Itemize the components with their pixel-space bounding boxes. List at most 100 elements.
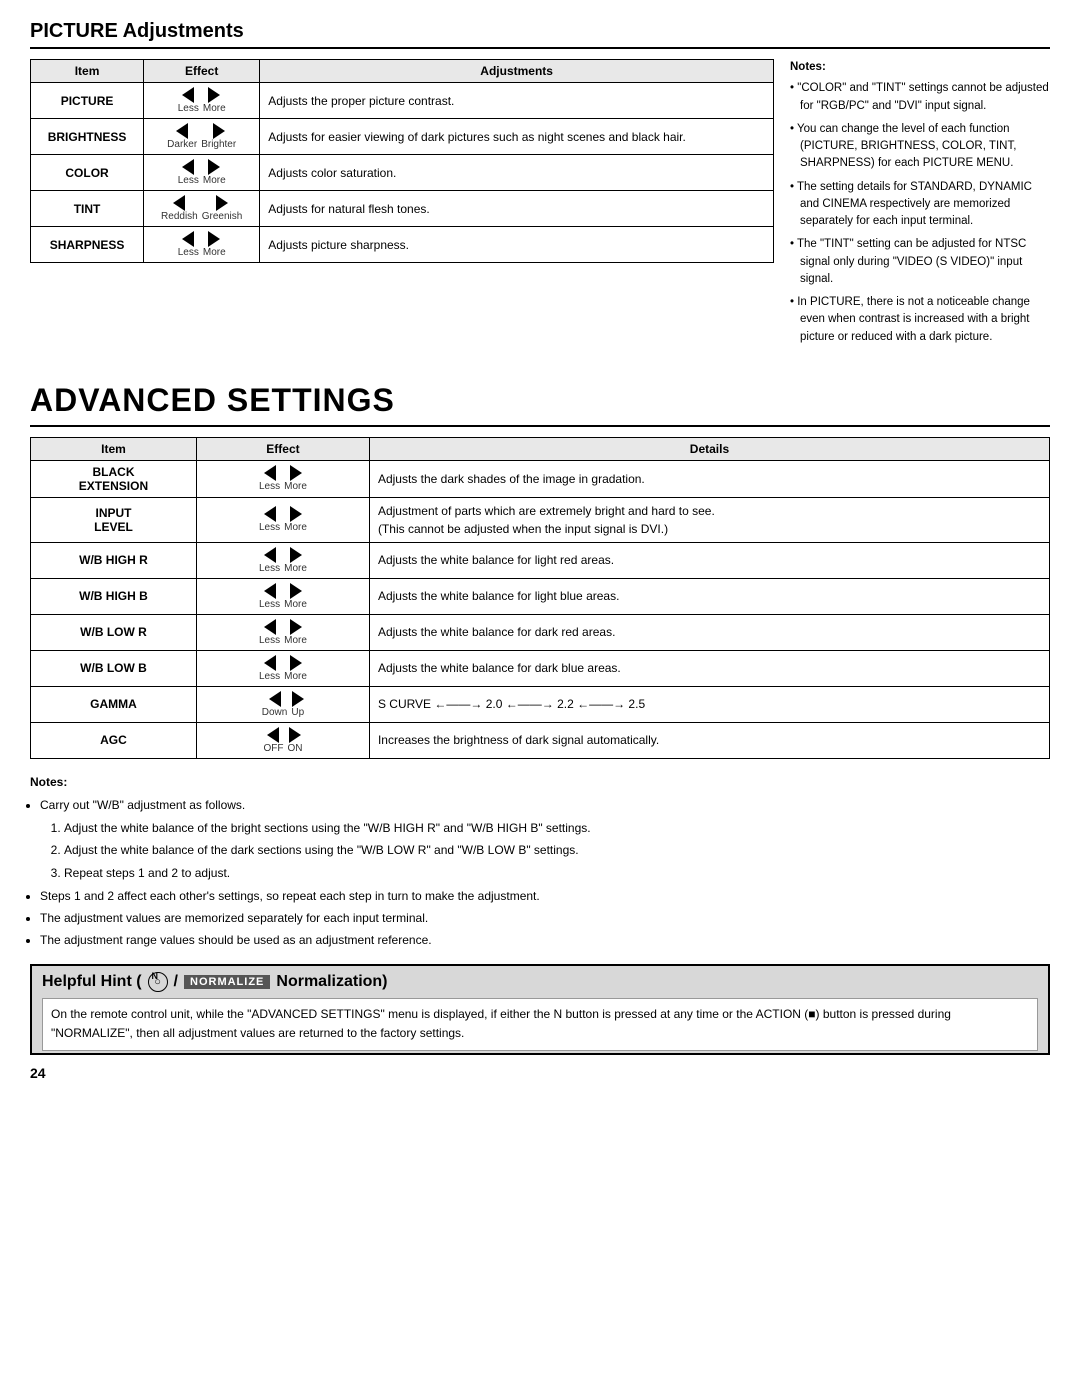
picture-notes: Notes: "COLOR" and "TINT" settings canno… [790,59,1050,352]
advanced-note-wb: Carry out "W/B" adjustment as follows. A… [40,796,1050,883]
advanced-detail-cell: Adjusts the dark shades of the image in … [369,460,1049,497]
picture-adj-cell: Adjusts color saturation. [260,155,774,191]
picture-col-adjustments: Adjustments [260,60,774,83]
picture-item-cell: COLOR [31,155,144,191]
advanced-effect-cell: LessMore [196,460,369,497]
picture-notes-list: "COLOR" and "TINT" settings cannot be ad… [790,80,1050,346]
adv-left-arrow-label: Less [259,583,280,610]
picture-adj-cell: Adjusts for natural flesh tones. [260,191,774,227]
advanced-table-wrap: Item Effect Details BLACK EXTENSIONLessM… [30,437,1050,759]
advanced-item-cell: W/B LOW R [31,614,197,650]
helpful-hint-label: Helpful Hint ( [42,973,142,991]
left-triangle-icon [182,159,194,175]
adv-right-arrow-label: Up [291,691,304,718]
right-triangle-icon [208,159,220,175]
adv-left-triangle-icon [264,619,276,635]
advanced-effect-cell: LessMore [196,650,369,686]
picture-note-item: The "TINT" setting can be adjusted for N… [790,236,1050,288]
helpful-hint-box: Helpful Hint ( N ○ / NORMALIZE Normaliza… [30,964,1050,1054]
picture-effect-cell: LessMore [144,155,260,191]
advanced-table-row: W/B HIGH BLessMoreAdjusts the white bala… [31,578,1050,614]
adv-right-triangle-icon [290,619,302,635]
picture-table-row: COLORLessMoreAdjusts color saturation. [31,155,774,191]
advanced-table: Item Effect Details BLACK EXTENSIONLessM… [30,437,1050,759]
picture-effect-cell: LessMore [144,83,260,119]
left-triangle-icon [173,195,185,211]
advanced-detail-cell: Adjusts the white balance for light blue… [369,578,1049,614]
picture-col-effect: Effect [144,60,260,83]
advanced-settings-section: ADVANCED SETTINGS Item Effect Details BL… [30,382,1050,951]
normalize-badge: NORMALIZE [184,975,270,989]
picture-effect-cell: ReddishGreenish [144,191,260,227]
adv-left-arrow-label: Less [259,655,280,682]
right-arrow-label: More [203,87,226,114]
right-arrow-label: More [203,231,226,258]
adv-left-arrow-label: Down [262,691,288,718]
adv-left-triangle-icon [264,465,276,481]
advanced-table-row: GAMMA DownUp S CURVE ←——→ 2.0 ←——→ 2.2 ←——… [31,686,1050,722]
advanced-table-row: W/B HIGH RLessMoreAdjusts the white bala… [31,542,1050,578]
helpful-hint-suffix: Normalization) [276,973,387,991]
helpful-hint-title: Helpful Hint ( N ○ / NORMALIZE Normaliza… [42,972,1038,992]
advanced-note-steps: Steps 1 and 2 affect each other's settin… [40,887,1050,906]
advanced-item-cell: BLACK EXTENSION [31,460,197,497]
adv-ordered-item: Adjust the white balance of the bright s… [64,819,1050,838]
adv-right-arrow-label: More [284,465,307,492]
adv-left-triangle-icon [269,691,281,707]
advanced-table-row: AGCOFFONIncreases the brightness of dark… [31,722,1050,758]
advanced-detail-cell: Adjusts the white balance for dark red a… [369,614,1049,650]
left-arrow-label: Less [178,159,199,186]
advanced-detail-cell: Adjustment of parts which are extremely … [369,497,1049,542]
adv-left-triangle-icon [264,583,276,599]
picture-item-cell: PICTURE [31,83,144,119]
adv-left-arrow-label: OFF [263,727,283,754]
helpful-hint-slash: / [174,973,178,991]
advanced-item-cell: W/B LOW B [31,650,197,686]
adv-left-arrow-label: Less [259,619,280,646]
left-arrow-label: Reddish [161,195,198,222]
advanced-notes-section: Notes: Carry out "W/B" adjustment as fol… [30,773,1050,951]
picture-effect-cell: LessMore [144,227,260,263]
advanced-table-row: BLACK EXTENSIONLessMoreAdjusts the dark … [31,460,1050,497]
picture-table-wrap: Item Effect Adjustments PICTURELessMoreA… [30,59,774,352]
advanced-table-row: W/B LOW RLessMoreAdjusts the white balan… [31,614,1050,650]
adv-right-triangle-icon [290,465,302,481]
advanced-detail-cell: S CURVE ←——→ 2.0 ←——→ 2.2 ←——→ 2.5 [369,686,1049,722]
adv-col-item: Item [31,437,197,460]
picture-adj-cell: Adjusts the proper picture contrast. [260,83,774,119]
picture-note-item: "COLOR" and "TINT" settings cannot be ad… [790,80,1050,115]
advanced-settings-title: ADVANCED SETTINGS [30,382,1050,419]
picture-note-item: In PICTURE, there is not a noticeable ch… [790,294,1050,346]
adv-right-triangle-icon [290,655,302,671]
right-triangle-icon [216,195,228,211]
adv-ordered-item: Adjust the white balance of the dark sec… [64,841,1050,860]
advanced-effect-cell: LessMore [196,614,369,650]
left-triangle-icon [182,87,194,103]
adv-col-details: Details [369,437,1049,460]
adv-left-arrow-label: Less [259,506,280,533]
left-arrow-label: Less [178,231,199,258]
advanced-effect-cell: OFFON [196,722,369,758]
adv-right-triangle-icon [290,583,302,599]
adv-ordered-item: Repeat steps 1 and 2 to adjust. [64,864,1050,883]
picture-item-cell: SHARPNESS [31,227,144,263]
advanced-item-cell: GAMMA [31,686,197,722]
picture-section-container: Item Effect Adjustments PICTURELessMoreA… [30,59,1050,352]
right-triangle-icon [208,87,220,103]
adv-right-arrow-label: More [284,655,307,682]
right-triangle-icon [213,123,225,139]
picture-adjustments-title: PICTURE Adjustments [30,20,1050,49]
advanced-detail-cell: Increases the brightness of dark signal … [369,722,1049,758]
advanced-table-row: W/B LOW BLessMoreAdjusts the white balan… [31,650,1050,686]
picture-note-item: You can change the level of each functio… [790,121,1050,173]
picture-table-row: BRIGHTNESSDarkerBrighterAdjusts for easi… [31,119,774,155]
picture-effect-cell: DarkerBrighter [144,119,260,155]
advanced-effect-cell: LessMore [196,497,369,542]
adv-left-triangle-icon [267,727,279,743]
advanced-detail-cell: Adjusts the white balance for dark blue … [369,650,1049,686]
adv-col-effect: Effect [196,437,369,460]
right-triangle-icon [208,231,220,247]
advanced-item-cell: W/B HIGH R [31,542,197,578]
advanced-note-values: The adjustment values are memorized sepa… [40,909,1050,928]
picture-notes-title: Notes: [790,59,1050,76]
